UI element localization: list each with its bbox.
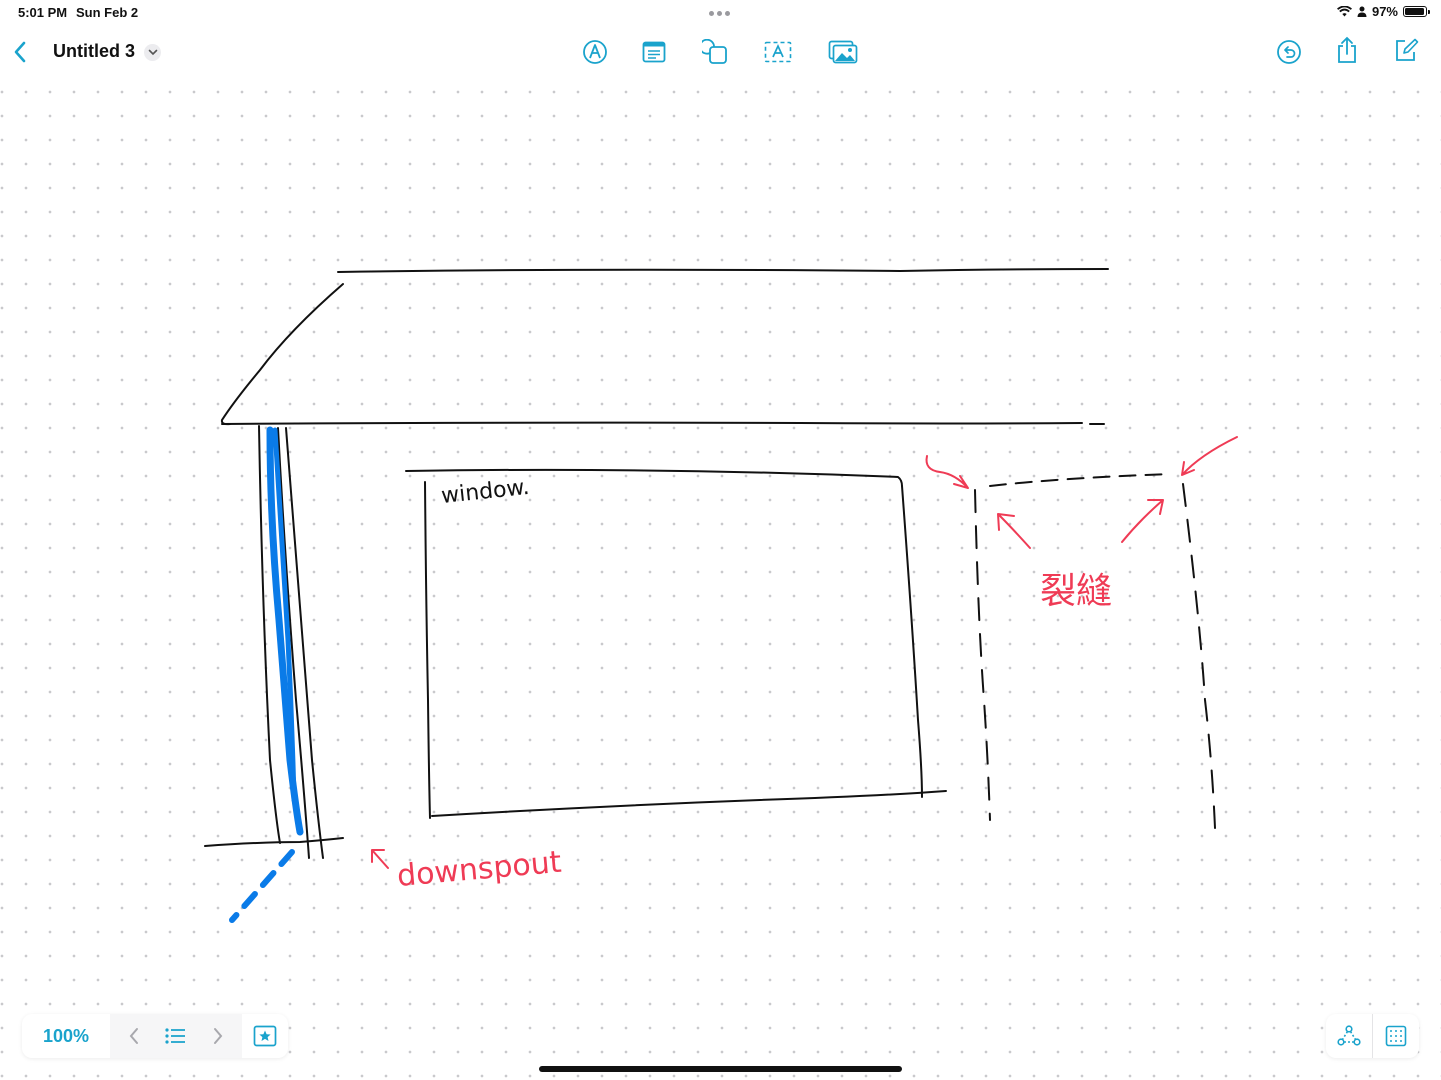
list-icon — [165, 1028, 185, 1044]
crack-label: 裂縫 — [1040, 571, 1112, 612]
dashed-outline-top — [989, 473, 1171, 487]
downspout-pointer — [371, 849, 389, 869]
new-board-button[interactable] — [1388, 33, 1424, 69]
crack-pointer-left — [997, 513, 1031, 549]
status-date: Sun Feb 2 — [76, 5, 139, 20]
status-time: 5:01 PM — [18, 5, 68, 20]
window-bottom-line — [431, 790, 947, 817]
window-label: window. — [440, 475, 531, 509]
wifi-icon — [1337, 6, 1352, 17]
canvas-options-bar — [1326, 1014, 1419, 1058]
window-right-line — [901, 485, 923, 798]
grid-toggle-button[interactable] — [1373, 1014, 1419, 1058]
image-icon — [828, 40, 858, 64]
dashed-outline-right — [1182, 483, 1216, 829]
scene-navigation — [110, 1014, 242, 1058]
home-indicator[interactable] — [539, 1066, 902, 1072]
crack-right-arrow — [1181, 436, 1238, 476]
chevron-down-icon — [148, 49, 157, 56]
battery-percent: 97% — [1371, 4, 1398, 19]
crack-left-arrow — [925, 455, 969, 489]
zoom-level[interactable]: 100% — [22, 1014, 110, 1058]
share-icon — [1338, 36, 1356, 63]
share-button[interactable] — [1329, 32, 1365, 68]
pen-tool-button[interactable] — [577, 34, 613, 70]
next-scene-button[interactable] — [200, 1018, 236, 1054]
shapes-button[interactable] — [697, 34, 733, 70]
sticky-note-button[interactable] — [636, 34, 672, 70]
status-indicators: 97% — [1337, 4, 1430, 19]
connectors-icon — [1337, 1025, 1361, 1046]
insert-image-button[interactable] — [825, 34, 861, 70]
status-bar: 5:01 PM Sun Feb 2 97% — [0, 0, 1441, 26]
roof-top-line — [337, 268, 1109, 273]
previous-icon — [129, 1028, 138, 1044]
scenes-list-button[interactable] — [158, 1018, 194, 1054]
battery-icon — [1403, 6, 1430, 17]
compose-icon — [1396, 38, 1419, 61]
next-icon — [214, 1028, 223, 1044]
board-title[interactable]: Untitled 3 — [53, 41, 135, 62]
drawing-canvas[interactable]: window. downspout 裂縫 — [0, 0, 1441, 1080]
zoom-navigation-bar: 100% — [22, 1014, 288, 1058]
downspout-label: downspout — [396, 845, 563, 894]
previous-scene-button[interactable] — [116, 1018, 152, 1054]
roof-slope-line — [220, 283, 344, 426]
connectors-button[interactable] — [1326, 1014, 1372, 1058]
undo-icon — [1277, 40, 1301, 64]
grid-icon — [1385, 1025, 1407, 1047]
text-box-icon — [764, 41, 792, 63]
water-dashed-flow — [229, 849, 295, 923]
window-left-line — [424, 481, 431, 819]
title-menu-button[interactable] — [144, 44, 161, 61]
text-box-button[interactable] — [760, 34, 796, 70]
person-icon — [1357, 6, 1367, 17]
toolbar: Untitled 3 — [0, 26, 1441, 80]
back-button[interactable] — [2, 34, 38, 70]
multitasking-handle[interactable] — [709, 11, 730, 16]
undo-button[interactable] — [1271, 34, 1307, 70]
note-icon — [642, 41, 666, 63]
add-scene-button[interactable] — [242, 1014, 288, 1058]
roof-eave-line — [221, 421, 1083, 425]
pen-icon — [583, 40, 607, 64]
shapes-icon — [702, 39, 727, 64]
favorite-icon — [253, 1025, 277, 1047]
crack-pointer-right — [1121, 499, 1164, 543]
dashed-outline — [974, 489, 991, 821]
back-icon — [14, 41, 26, 63]
